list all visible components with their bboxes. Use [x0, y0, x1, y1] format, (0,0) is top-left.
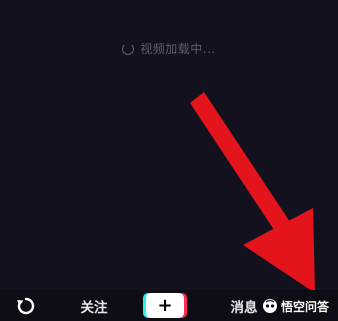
loading-text: 视频加载中... [140, 42, 216, 56]
refresh-icon [17, 297, 35, 314]
video-loading-indicator: 视频加载中... [0, 40, 338, 57]
tab-messages[interactable]: 消息 [224, 290, 264, 321]
tab-follow[interactable]: 关注 [74, 290, 114, 321]
tab-messages-label: 消息 [230, 299, 258, 316]
annotation-arrow-shaft [190, 92, 298, 245]
video-screen: 视频加载中... 关注 + 消息 悟空问答 [0, 0, 338, 321]
watermark: 悟空问答 [262, 296, 329, 316]
annotation-arrow-head [243, 208, 315, 293]
watermark-text: 悟空问答 [281, 299, 330, 314]
refresh-button[interactable] [12, 290, 40, 321]
tab-follow-label: 关注 [80, 299, 108, 316]
create-button[interactable]: + [143, 290, 187, 321]
plus-icon: + [146, 293, 184, 318]
spinner-icon [122, 42, 135, 55]
wukong-logo-icon [263, 299, 277, 313]
